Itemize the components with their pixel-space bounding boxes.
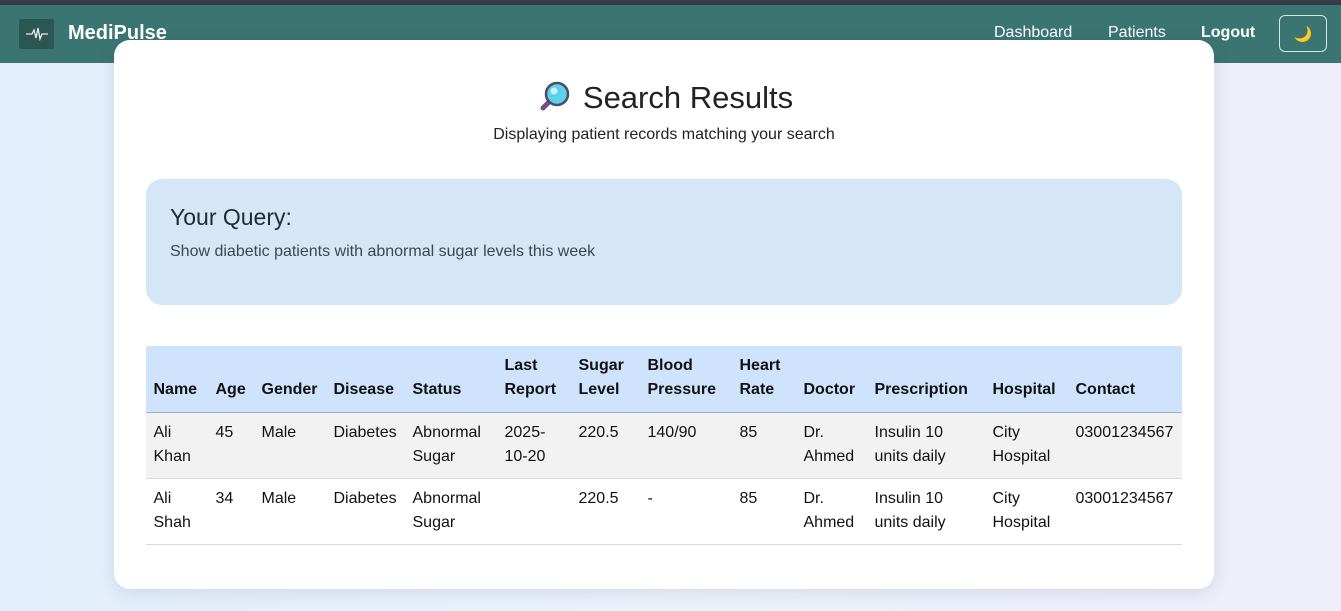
cell-blood-pressure: - (640, 478, 732, 545)
cell-disease: Diabetes (326, 412, 405, 479)
column-header-disease: Disease (326, 346, 405, 413)
cell-prescription: Insulin 10 units daily (867, 412, 985, 479)
column-header-sugar-level: Sugar Level (571, 346, 640, 413)
page-subtitle: Displaying patient records matching your… (493, 126, 835, 143)
cell-contact: 03001234567 (1068, 478, 1182, 545)
query-box: Your Query: Show diabetic patients with … (146, 179, 1182, 305)
cell-heart-rate: 85 (732, 478, 796, 545)
logout-link[interactable]: Logout (1201, 24, 1255, 42)
column-header-name: Name (146, 346, 208, 413)
theme-toggle-button[interactable]: 🌙 (1279, 15, 1327, 52)
table-row: Ali Shah 34 Male Diabetes Abnormal Sugar… (146, 478, 1182, 545)
column-header-contact: Contact (1068, 346, 1182, 413)
cell-gender: Male (254, 478, 326, 545)
cell-blood-pressure: 140/90 (640, 412, 732, 479)
cell-hospital: City Hospital (985, 412, 1068, 479)
moon-icon: 🌙 (1293, 25, 1313, 43)
table-header-row: Name Age Gender Disease Status Last Repo… (146, 346, 1182, 413)
column-header-prescription: Prescription (867, 346, 985, 413)
results-table: Name Age Gender Disease Status Last Repo… (146, 346, 1182, 545)
cell-sugar-level: 220.5 (571, 478, 640, 545)
query-text: Show diabetic patients with abnormal sug… (170, 243, 596, 260)
results-card: Search Results Displaying patient record… (114, 40, 1214, 589)
column-header-gender: Gender (254, 346, 326, 413)
cell-sugar-level: 220.5 (571, 412, 640, 479)
results-table-container: Name Age Gender Disease Status Last Repo… (146, 346, 1182, 545)
cell-age: 45 (208, 412, 254, 479)
cell-name: Ali Shah (146, 478, 208, 545)
column-header-blood-pressure: Blood Pressure (640, 346, 732, 413)
cell-name: Ali Khan (146, 412, 208, 479)
query-heading: Your Query: (170, 204, 292, 230)
page-title: Search Results (582, 80, 794, 115)
cell-contact: 03001234567 (1068, 412, 1182, 479)
magnifying-glass-icon (540, 81, 570, 111)
cell-status: Abnormal Sugar (405, 412, 497, 479)
column-header-age: Age (208, 346, 254, 413)
column-header-doctor: Doctor (796, 346, 867, 413)
cell-status: Abnormal Sugar (405, 478, 497, 545)
cell-last-report (497, 478, 571, 545)
cell-last-report: 2025-10-20 (497, 412, 571, 479)
cell-doctor: Dr. Ahmed (796, 412, 867, 479)
column-header-hospital: Hospital (985, 346, 1068, 413)
column-header-last-report: Last Report (497, 346, 571, 413)
cell-age: 34 (208, 478, 254, 545)
cell-hospital: City Hospital (985, 478, 1068, 545)
cell-heart-rate: 85 (732, 412, 796, 479)
cell-disease: Diabetes (326, 478, 405, 545)
column-header-status: Status (405, 346, 497, 413)
cell-doctor: Dr. Ahmed (796, 478, 867, 545)
cell-prescription: Insulin 10 units daily (867, 478, 985, 545)
cell-gender: Male (254, 412, 326, 479)
page-title-row: Search Results (114, 80, 1214, 116)
heartbeat-logo-icon (19, 19, 54, 49)
table-row: Ali Khan 45 Male Diabetes Abnormal Sugar… (146, 412, 1182, 479)
column-header-heart-rate: Heart Rate (732, 346, 796, 413)
